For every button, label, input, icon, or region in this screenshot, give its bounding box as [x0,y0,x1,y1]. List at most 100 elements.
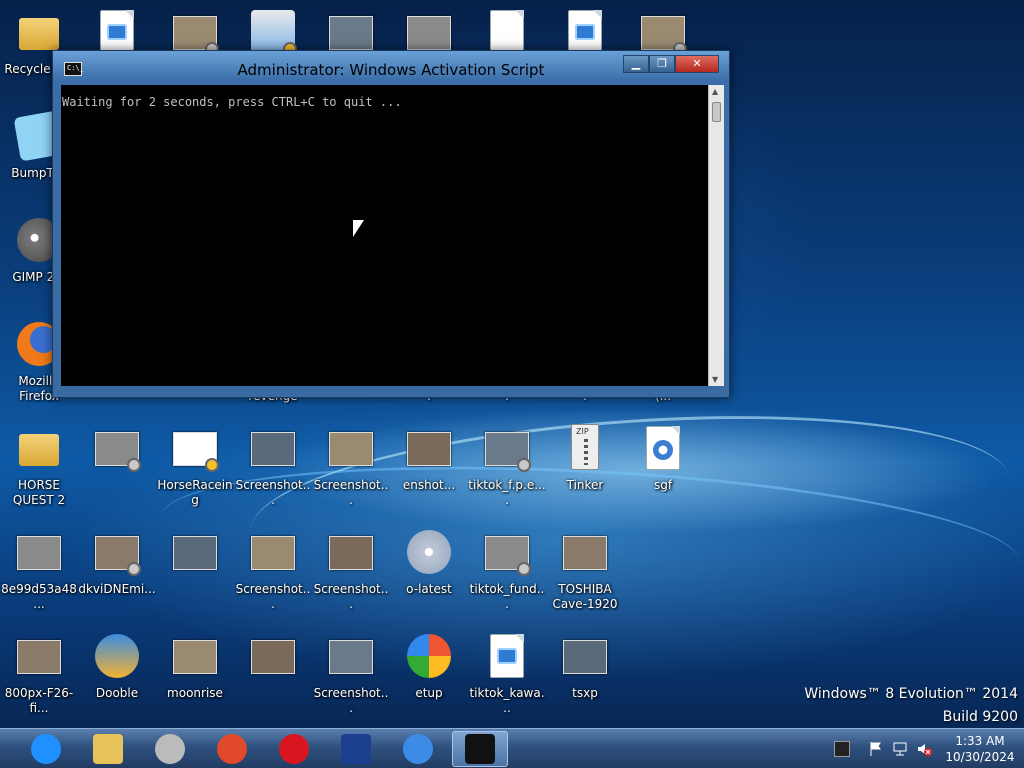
mouse-pointer-icon [353,220,364,237]
icon-part [329,536,373,570]
icon-part [407,634,451,678]
desktop[interactable]: Recycle Bin BumpTop GIMP 2.1 Mozilla Firefo… [0,0,1024,768]
document-icon [483,8,531,56]
dooble-icon [93,632,141,680]
console-area[interactable]: Waiting for 2 seconds, press CTRL+C to q… [61,85,724,386]
video-thumbnail-icon [171,8,219,56]
icon-part [205,458,219,472]
image-thumbnail-icon [15,632,63,680]
icon-part [251,432,295,466]
desktop-icon-label: Dooble [95,686,139,700]
desktop-icon-label: tiktok_kawa... [469,686,545,715]
video-thumbnail-icon [483,424,531,472]
icon-part [19,434,59,466]
desktop-icon-label: Screenshot... [235,478,311,507]
taskbar-button[interactable] [390,731,446,767]
desktop-icon[interactable]: tiktok_kawa... [468,626,546,728]
internet-explorer-icon [31,734,61,764]
recycle-bin-icon [15,8,63,56]
desktop-icon[interactable] [234,626,312,728]
desktop-icon[interactable]: tsxp [546,626,624,728]
desktop-icon[interactable]: tiktok_f.p.e.... [468,418,546,520]
desktop-icon[interactable]: o-latest [390,522,468,624]
minimize-button[interactable]: ▁ [623,55,649,73]
clock-time: 1:33 AM [955,734,1005,748]
desktop-icon[interactable] [78,418,156,520]
image-thumbnail-icon [171,632,219,680]
watermark-build: Build 9200 [942,709,1018,725]
desktop-icon[interactable]: moonrise [156,626,234,728]
vertical-scrollbar[interactable]: ▲ ▼ [708,85,724,386]
close-button[interactable]: ✕ [675,55,719,73]
icon-part [127,458,141,472]
desktop-icon[interactable]: Dooble [78,626,156,728]
desktop-icon[interactable]: tiktok_fund... [468,522,546,624]
image-thumbnail-icon [249,528,297,576]
action-center-flag-icon[interactable] [868,741,884,757]
taskbar-button[interactable] [204,731,260,767]
desktop-icon[interactable]: Tinker [546,418,624,520]
desktop-icon-label: tiktok_fund... [469,582,545,611]
desktop-icon[interactable]: TOSHIBA Cave-1920 [546,522,624,624]
desktop-icon-label: etup [415,686,443,700]
icon-part [107,24,127,40]
desktop-icon-label: sgf [653,478,673,492]
qb-icon [341,734,371,764]
media-file-icon [561,8,609,56]
taskbar-button[interactable] [80,731,136,767]
icon-part [497,648,517,664]
volume-muted-icon[interactable] [916,741,932,757]
desktop-icon-label: o-latest [406,582,452,596]
desktop-icon-label: enshot... [402,478,456,492]
icon-part [563,536,607,570]
icon-part [173,536,217,570]
image-thumbnail-icon [327,632,375,680]
taskbar-button[interactable] [328,731,384,767]
image-thumbnail-icon [249,632,297,680]
desktop-icon[interactable]: etup [390,626,468,728]
console-output: Waiting for 2 seconds, press CTRL+C to q… [62,95,402,109]
desktop-icon[interactable]: Screenshot... [234,418,312,520]
image-thumbnail-icon [405,424,453,472]
desktop-icon[interactable]: enshot... [390,418,468,520]
icon-part [571,424,599,470]
folder-icon [15,424,63,472]
media-player-icon [155,734,185,764]
scroll-thumb[interactable] [712,102,721,122]
command-prompt-window[interactable]: C:\_ Administrator: Windows Activation S… [52,50,730,398]
scroll-down-icon[interactable]: ▼ [712,375,718,384]
clock[interactable]: 1:33 AM 10/30/2024 [938,733,1022,765]
network-icon[interactable] [892,741,908,757]
desktop-icon[interactable]: sgf [624,418,702,520]
keyboard-icon[interactable] [834,741,850,757]
media-file-icon [483,632,531,680]
taskbar-button[interactable] [266,731,322,767]
desktop-icon[interactable]: Screenshot... [234,522,312,624]
icon-part [127,562,141,576]
taskbar-button[interactable] [18,731,74,767]
watermark-edition: Windows™ 8 Evolution™ 2014 [804,686,1018,702]
clock-date: 10/30/2024 [945,750,1015,764]
desktop-icon[interactable]: 800px-F26-fi... [0,626,78,728]
desktop-icon[interactable]: Screenshot... [312,418,390,520]
desktop-icon[interactable]: HORSE QUEST 2 [0,418,78,520]
desktop-icon-label: moonrise [167,686,223,700]
chrome-icon [403,734,433,764]
icon-part [563,640,607,674]
desktop-icon[interactable]: dkviDNEmi... [78,522,156,624]
desktop-icon[interactable]: 8e99d53a48... [0,522,78,624]
icon-part [251,536,295,570]
maximize-button[interactable]: ❐ [649,55,675,73]
icon-part [17,536,61,570]
desktop-icon[interactable]: HorseRaceing [156,418,234,520]
taskbar-button[interactable] [142,731,198,767]
image-thumbnail-icon [327,528,375,576]
icon-part [329,640,373,674]
desktop-icon[interactable]: Screenshot... [312,626,390,728]
desktop-icon[interactable]: Screenshot... [312,522,390,624]
desktop-icon[interactable] [156,522,234,624]
scroll-up-icon[interactable]: ▲ [712,87,718,96]
window-titlebar[interactable]: C:\_ Administrator: Windows Activation S… [53,51,729,83]
icon-part [407,530,451,574]
taskbar-button[interactable] [452,731,508,767]
